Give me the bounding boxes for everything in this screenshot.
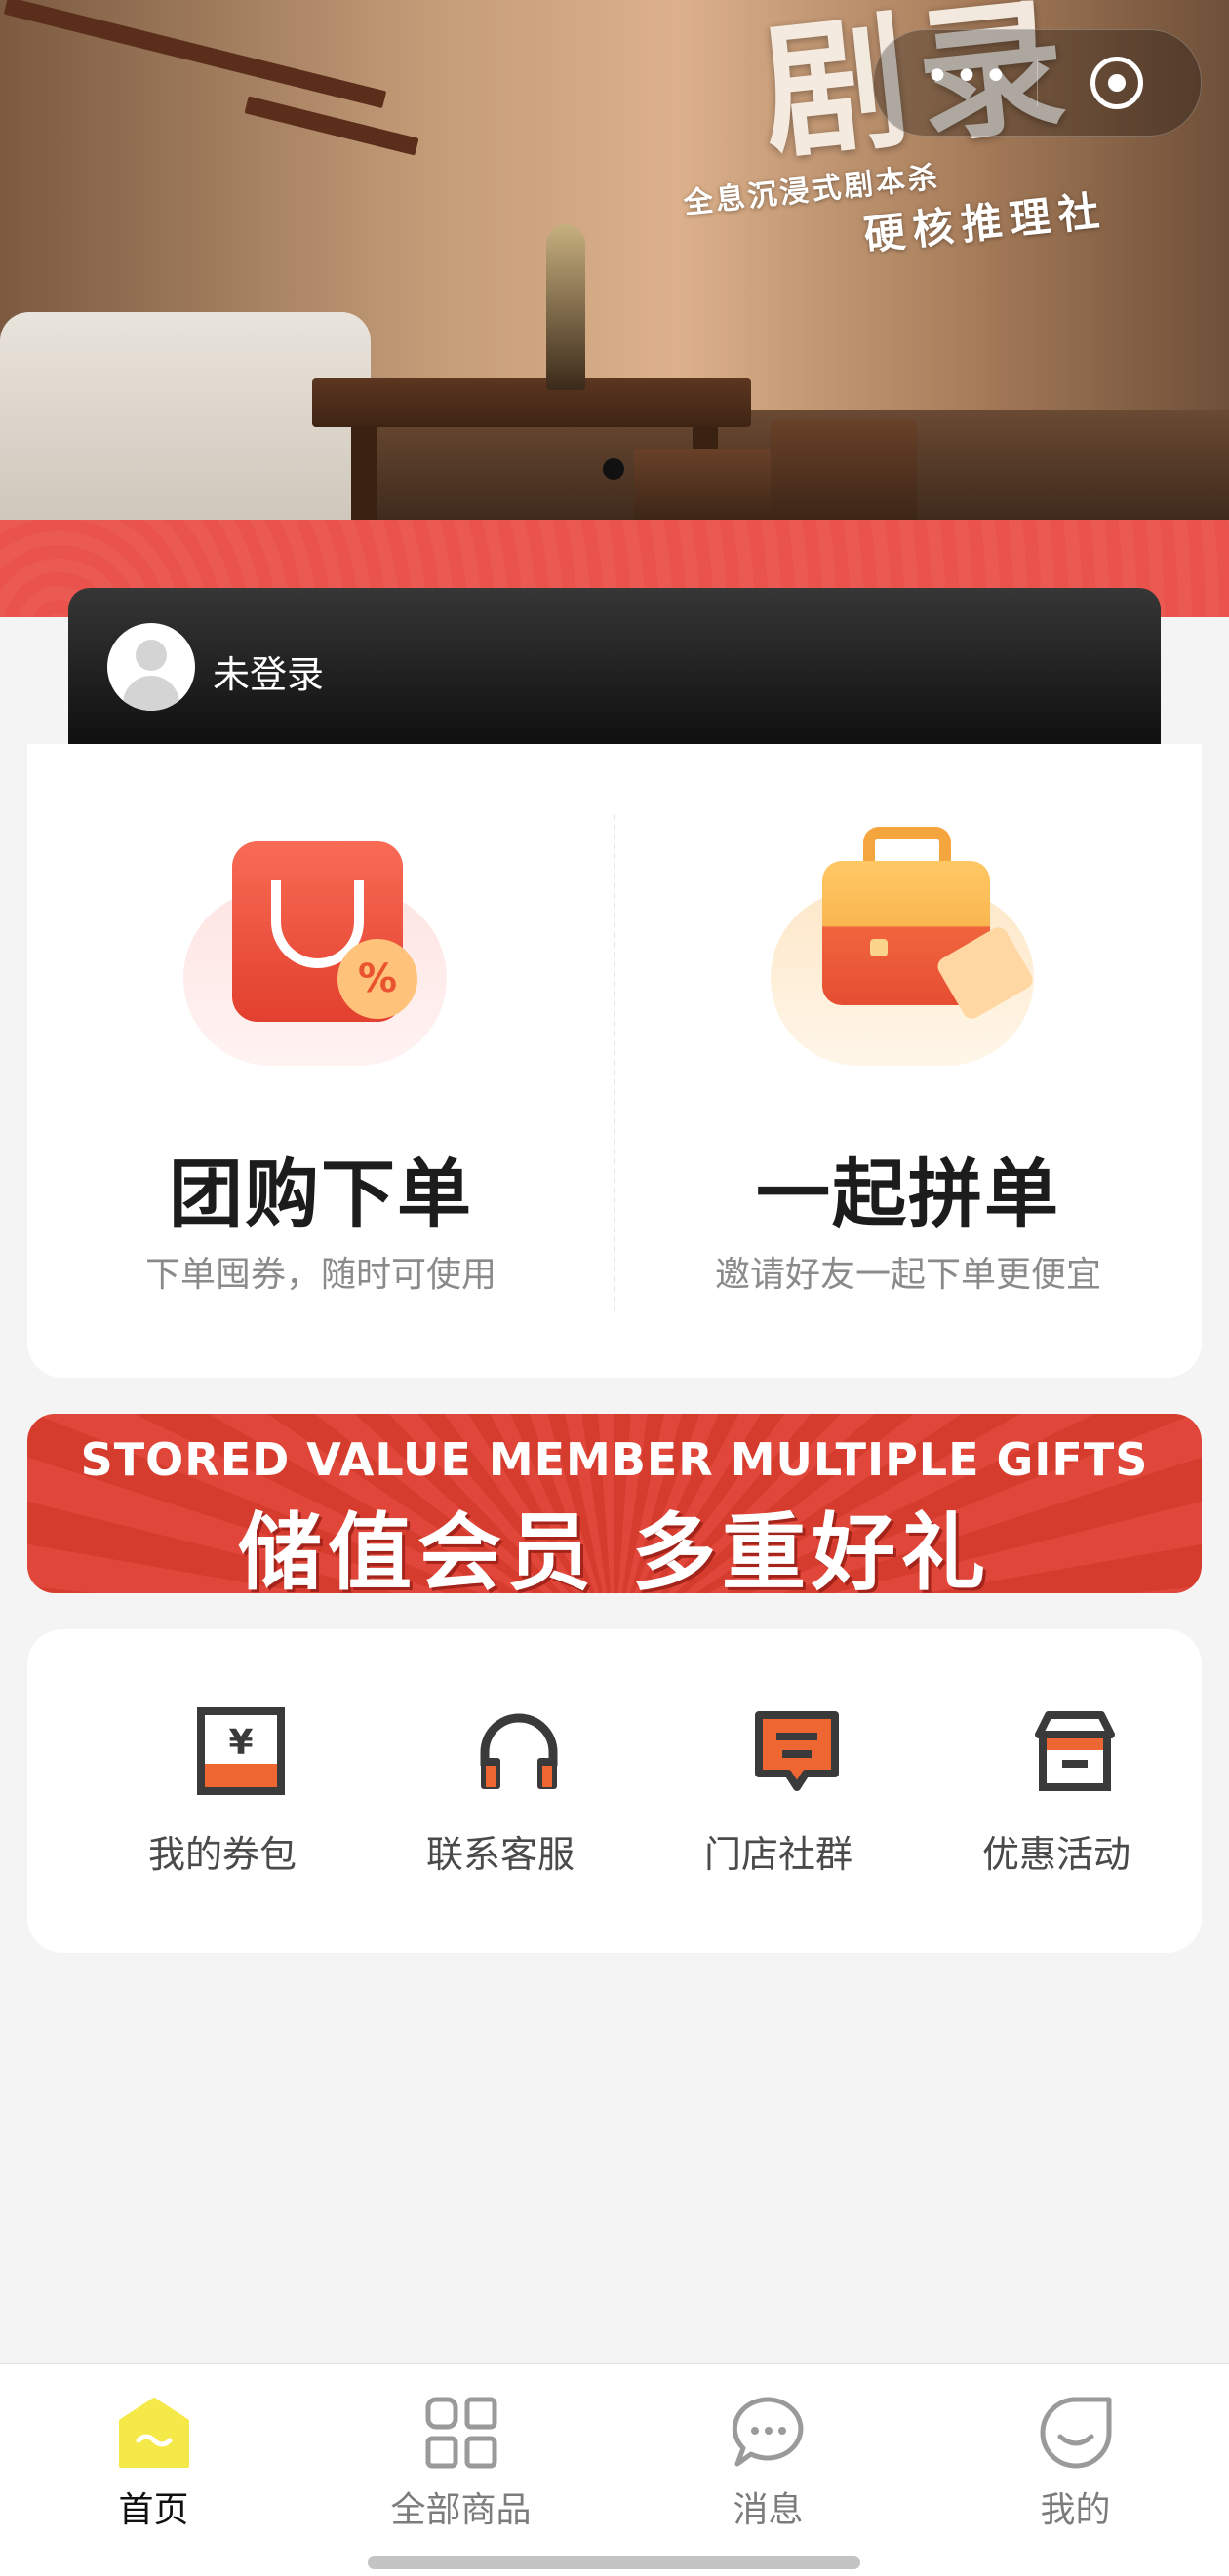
group-buy-entry[interactable]: % 团购下单 下单囤券，随时可使用 (27, 744, 614, 1378)
promo-english-text: STORED VALUE MEMBER MULTIPLE GIFTS (80, 1433, 1149, 1486)
quick-item-coupon-wallet[interactable]: ¥ 我的券包 (81, 1705, 364, 1900)
capsule-divider (1037, 59, 1038, 106)
tab-messages[interactable]: 消息 (614, 2384, 922, 2530)
feature-title: 团购下单 (169, 1151, 473, 1237)
banner-plant (546, 224, 585, 390)
target-icon[interactable] (1090, 57, 1143, 109)
svg-text:¥: ¥ (228, 1723, 253, 1763)
carousel-indicator[interactable] (603, 458, 624, 480)
banner-table-leg (351, 427, 377, 522)
quick-item-label: 门店社群 (703, 1833, 852, 1876)
chat-bubble-icon (755, 1711, 839, 1791)
tab-profile[interactable]: 我的 (922, 2384, 1229, 2530)
tab-label: 全部商品 (390, 2490, 532, 2530)
banner-stool (771, 419, 917, 522)
group-order-entry[interactable]: 一起拼单 邀请好友一起下单更便宜 (614, 744, 1202, 1378)
home-indicator[interactable] (368, 2556, 860, 2569)
mini-program-capsule: ••• (873, 29, 1202, 137)
user-avatar-icon[interactable] (107, 623, 195, 711)
bottom-tab-bar: 首页 全部商品 消息 我的 (0, 2363, 1229, 2576)
quick-item-label: 我的券包 (147, 1833, 297, 1876)
headphones-icon (480, 1713, 558, 1789)
login-status[interactable]: 未登录 (213, 644, 324, 698)
feature-title: 一起拼单 (756, 1151, 1060, 1237)
quick-item-label: 联系客服 (425, 1833, 575, 1876)
message-icon (732, 2397, 804, 2467)
store-icon (1035, 1711, 1115, 1791)
avatar-body (123, 676, 179, 711)
quick-menu: ¥ 我的券包 联系客服 门店社群 优惠活动 (27, 1629, 1202, 1953)
tab-label: 首页 (118, 2490, 189, 2530)
quick-item-promotions[interactable]: 优惠活动 (915, 1705, 1198, 1900)
quick-item-label: 优惠活动 (981, 1833, 1130, 1876)
percent-tag-icon: % (337, 939, 417, 1019)
stored-value-promo-banner[interactable]: STORED VALUE MEMBER MULTIPLE GIFTS 储值会员 … (27, 1414, 1202, 1593)
grid-icon (425, 2397, 497, 2469)
tab-label: 我的 (1040, 2490, 1111, 2530)
user-card[interactable]: 未登录 (68, 588, 1161, 746)
quick-item-store-community[interactable]: 门店社群 (637, 1705, 920, 1900)
profile-smile-icon (1040, 2397, 1112, 2469)
coupon-wallet-icon: ¥ (197, 1707, 285, 1795)
feature-card: % 团购下单 下单囤券，随时可使用 一起拼单 邀请好友一起下单更便宜 (27, 744, 1202, 1378)
tab-home[interactable]: 首页 (0, 2384, 307, 2530)
hero-banner[interactable]: 剧录 全息沉浸式剧本杀 硬核推理社 ••• (0, 0, 1229, 522)
quick-item-customer-service[interactable]: 联系客服 (359, 1705, 642, 1900)
more-dots-icon[interactable]: ••• (925, 56, 1012, 98)
tab-all-products[interactable]: 全部商品 (307, 2384, 614, 2530)
briefcase-clasp (870, 939, 888, 956)
banner-table (312, 378, 751, 427)
avatar-head (136, 640, 167, 671)
feature-subtitle: 邀请好友一起下单更便宜 (714, 1255, 1101, 1295)
home-icon (119, 2398, 189, 2468)
feature-subtitle: 下单囤券，随时可使用 (144, 1255, 496, 1295)
promo-chinese-text: 储值会员 多重好礼 (238, 1504, 991, 1593)
tab-label: 消息 (733, 2490, 804, 2530)
